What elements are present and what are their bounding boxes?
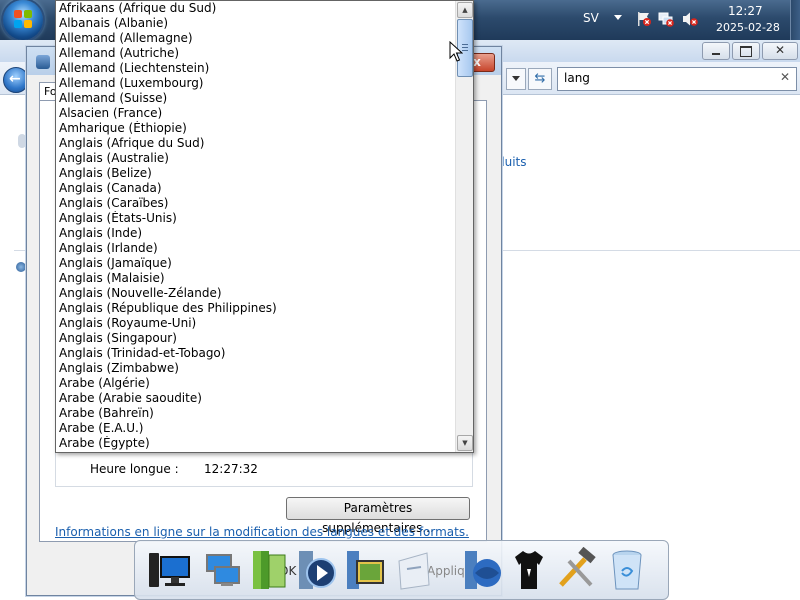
list-item[interactable]: Arabe (Bahreïn): [56, 406, 454, 421]
address-dropdown-button[interactable]: [506, 68, 526, 90]
list-item[interactable]: Arabe (Arabie saoudite): [56, 391, 454, 406]
list-item[interactable]: Anglais (République des Philippines): [56, 301, 454, 316]
list-item[interactable]: Anglais (Malaisie): [56, 271, 454, 286]
list-item[interactable]: Anglais (Canada): [56, 181, 454, 196]
windows-flag-icon: [14, 10, 32, 28]
list-item[interactable]: Allemand (Autriche): [56, 46, 454, 61]
volume-muted-icon[interactable]: [682, 11, 698, 27]
list-item[interactable]: Allemand (Luxembourg): [56, 76, 454, 91]
clear-search-icon[interactable]: ✕: [780, 70, 790, 84]
list-item[interactable]: Anglais (Australie): [56, 151, 454, 166]
list-item[interactable]: Anglais (Singapour): [56, 331, 454, 346]
list-item[interactable]: Anglais (Zimbabwe): [56, 361, 454, 376]
start-button[interactable]: [3, 0, 43, 40]
list-item[interactable]: Albanais (Albanie): [56, 16, 454, 31]
list-item[interactable]: Anglais (Trinidad-et-Tobago): [56, 346, 454, 361]
list-item[interactable]: Arabe (Algérie): [56, 376, 454, 391]
show-hidden-icons-arrow-icon[interactable]: [614, 15, 622, 20]
format-dropdown-list[interactable]: Afrikaans (Afrique du Sud) Albanais (Alba…: [55, 0, 474, 453]
recycle-bin-icon[interactable]: [605, 547, 649, 593]
format-options-list: Afrikaans (Afrique du Sud) Albanais (Alba…: [56, 1, 454, 451]
clock-date[interactable]: 2025-02-28: [716, 21, 780, 34]
list-item[interactable]: Allemand (Liechtenstein): [56, 61, 454, 76]
list-scrollbar[interactable]: ▲ ▼: [455, 1, 473, 452]
list-item[interactable]: Allemand (Allemagne): [56, 31, 454, 46]
search-value: lang: [564, 71, 590, 85]
list-item[interactable]: Arabe (E.A.U.): [56, 421, 454, 436]
mouse-pointer-icon: [449, 41, 463, 62]
list-item[interactable]: Anglais (Afrique du Sud): [56, 136, 454, 151]
list-item[interactable]: Anglais (Irlande): [56, 241, 454, 256]
list-item[interactable]: Anglais (Caraïbes): [56, 196, 454, 211]
list-item[interactable]: Anglais (Royaume-Uni): [56, 316, 454, 331]
minimize-button[interactable]: [702, 42, 730, 60]
list-item[interactable]: Allemand (Suisse): [56, 91, 454, 106]
list-item[interactable]: Arabe (Égypte): [56, 436, 454, 451]
scroll-up-button[interactable]: ▲: [457, 2, 473, 18]
recycle-empty-document-icon[interactable]: [391, 547, 435, 593]
list-item[interactable]: Anglais (États-Unis): [56, 211, 454, 226]
media-player-icon[interactable]: [295, 547, 339, 593]
internet-globe-icon[interactable]: [461, 547, 505, 593]
long-time-value: 12:27:32: [204, 462, 258, 476]
network-computers-icon[interactable]: [201, 547, 245, 593]
list-item[interactable]: Anglais (Nouvelle-Zélande): [56, 286, 454, 301]
long-time-label: Heure longue :: [90, 462, 179, 476]
online-info-link[interactable]: Informations en ligne sur la modificatio…: [55, 525, 469, 539]
computer-icon[interactable]: [147, 547, 191, 593]
dock-bar: OK Appliquer: [134, 540, 669, 600]
clock-time[interactable]: 12:27: [728, 4, 763, 18]
search-input[interactable]: lang ✕: [557, 67, 797, 91]
tools-hammer-wrench-icon[interactable]: [555, 547, 599, 593]
list-item[interactable]: Anglais (Inde): [56, 226, 454, 241]
picture-library-icon[interactable]: [343, 547, 387, 593]
list-item[interactable]: Amharique (Éthiopie): [56, 121, 454, 136]
language-indicator[interactable]: SV: [583, 11, 599, 25]
list-item[interactable]: Alsacien (France): [56, 106, 454, 121]
category-icon: [18, 134, 26, 148]
refresh-icon[interactable]: ⇆: [528, 68, 552, 90]
back-arrow-icon: ←: [9, 71, 21, 87]
show-desktop-button[interactable]: [790, 0, 800, 40]
help-icon[interactable]: [16, 262, 26, 272]
list-item[interactable]: Afrikaans (Afrique du Sud): [56, 1, 454, 16]
network-icon[interactable]: [658, 11, 674, 27]
maximize-button[interactable]: [732, 42, 760, 60]
tshirt-icon[interactable]: [507, 547, 551, 593]
close-button[interactable]: ✕: [762, 42, 798, 60]
list-item[interactable]: Anglais (Jamaïque): [56, 256, 454, 271]
additional-settings-button[interactable]: Paramètres supplémentaires...: [286, 497, 470, 535]
scroll-down-button[interactable]: ▼: [457, 435, 473, 451]
library-folder-icon[interactable]: [247, 547, 291, 593]
action-center-flag-icon[interactable]: [636, 11, 652, 27]
list-item[interactable]: Anglais (Belize): [56, 166, 454, 181]
region-globe-icon: [36, 55, 50, 69]
